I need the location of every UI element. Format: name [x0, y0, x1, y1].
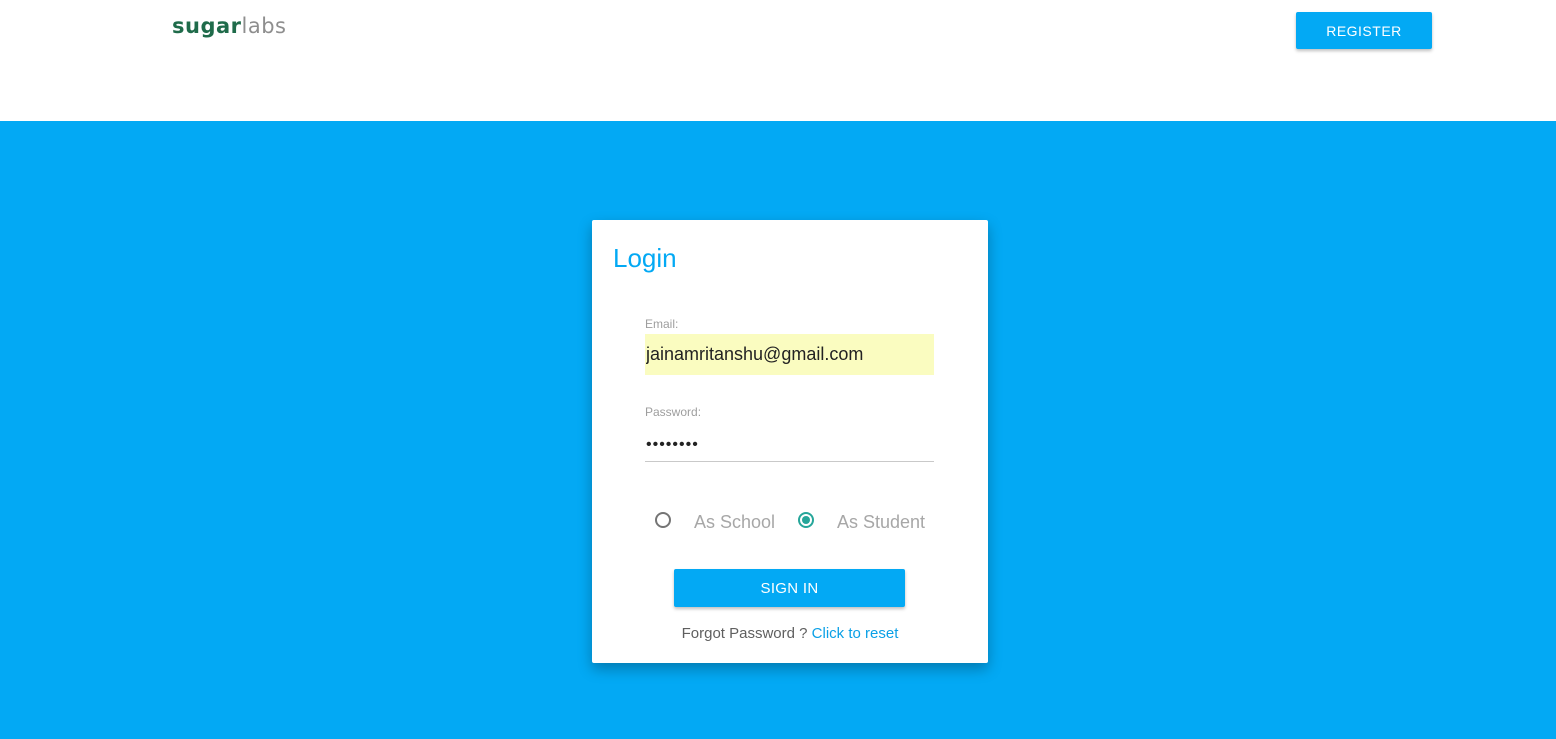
logo-labs-text: labs	[241, 14, 287, 38]
email-field[interactable]	[645, 334, 934, 375]
logo-sugar-text: sugar	[172, 14, 242, 38]
as-school-label[interactable]: As School	[694, 512, 775, 533]
radio-selected-dot	[802, 516, 810, 524]
password-label: Password:	[645, 405, 702, 419]
as-student-radio[interactable]	[798, 512, 814, 528]
login-card: Login Email: Password: As School As Stud…	[592, 220, 988, 663]
as-student-label[interactable]: As Student	[837, 512, 925, 533]
register-button[interactable]: REGISTER	[1296, 12, 1432, 49]
as-school-radio[interactable]	[655, 512, 671, 528]
forgot-password-row: Forgot Password ? Click to reset	[592, 625, 988, 642]
password-field[interactable]	[645, 428, 934, 462]
sign-in-button[interactable]: SIGN IN	[674, 569, 905, 607]
sugarlabs-logo[interactable]: sugarlabs	[172, 14, 287, 38]
forgot-password-text: Forgot Password ?	[681, 625, 808, 642]
login-title: Login	[613, 243, 677, 273]
reset-password-link[interactable]: Click to reset	[812, 625, 899, 642]
email-label: Email:	[645, 317, 679, 331]
top-header: sugarlabs REGISTER	[0, 0, 1556, 121]
